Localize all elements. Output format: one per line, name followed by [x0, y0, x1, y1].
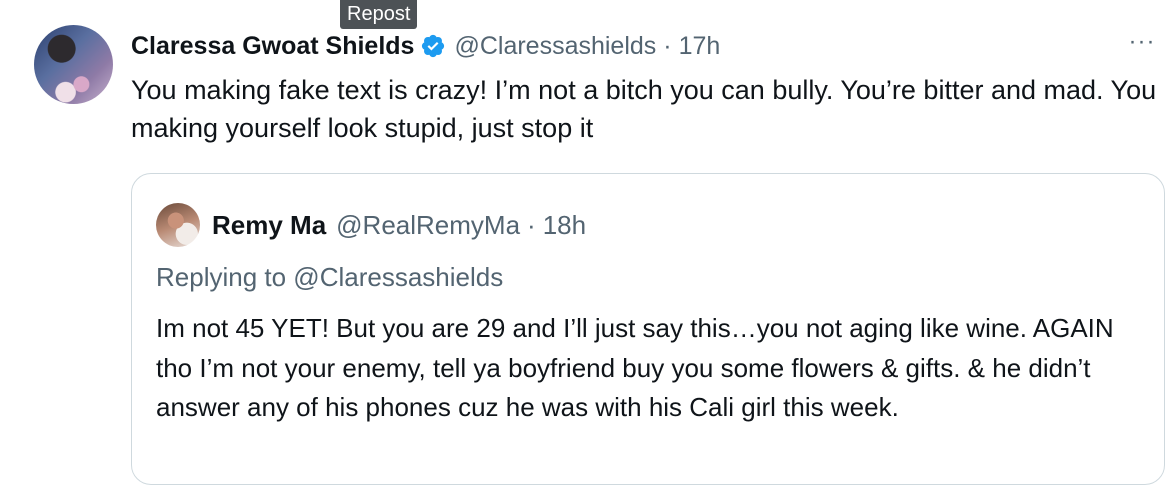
verified-badge-icon [422, 34, 445, 58]
separator-dot: · [663, 31, 672, 60]
tweet-text: You making fake text is crazy! I’m not a… [131, 75, 1157, 143]
quoted-author-handle[interactable]: @RealRemyMa [336, 210, 520, 241]
quoted-tweet-card[interactable]: Remy Ma @RealRemyMa · 18h Replying to @C… [131, 173, 1165, 485]
quoted-tweet-text: Im not 45 YET! But you are 29 and I’ll j… [156, 313, 1114, 422]
author-handle[interactable]: @Claressashields [454, 32, 656, 61]
author-avatar[interactable] [34, 25, 113, 104]
quoted-author-name[interactable]: Remy Ma [212, 210, 326, 241]
more-options-icon[interactable]: ··· [1124, 30, 1160, 60]
quoted-tweet-header: Remy Ma @RealRemyMa · 18h [212, 207, 586, 243]
author-name[interactable]: Claressa Gwoat Shields [131, 32, 414, 61]
repost-tooltip: Repost [340, 0, 418, 29]
quoted-separator-dot: · [527, 209, 536, 240]
quoted-tweet-timestamp[interactable]: 18h [543, 210, 586, 241]
replying-to-label: Replying to @Claressashields [156, 262, 504, 292]
tweet-header: Claressa Gwoat Shields @Claressashields … [131, 28, 720, 64]
quoted-author-avatar[interactable] [156, 203, 200, 247]
tweet-timestamp[interactable]: 17h [679, 32, 721, 61]
